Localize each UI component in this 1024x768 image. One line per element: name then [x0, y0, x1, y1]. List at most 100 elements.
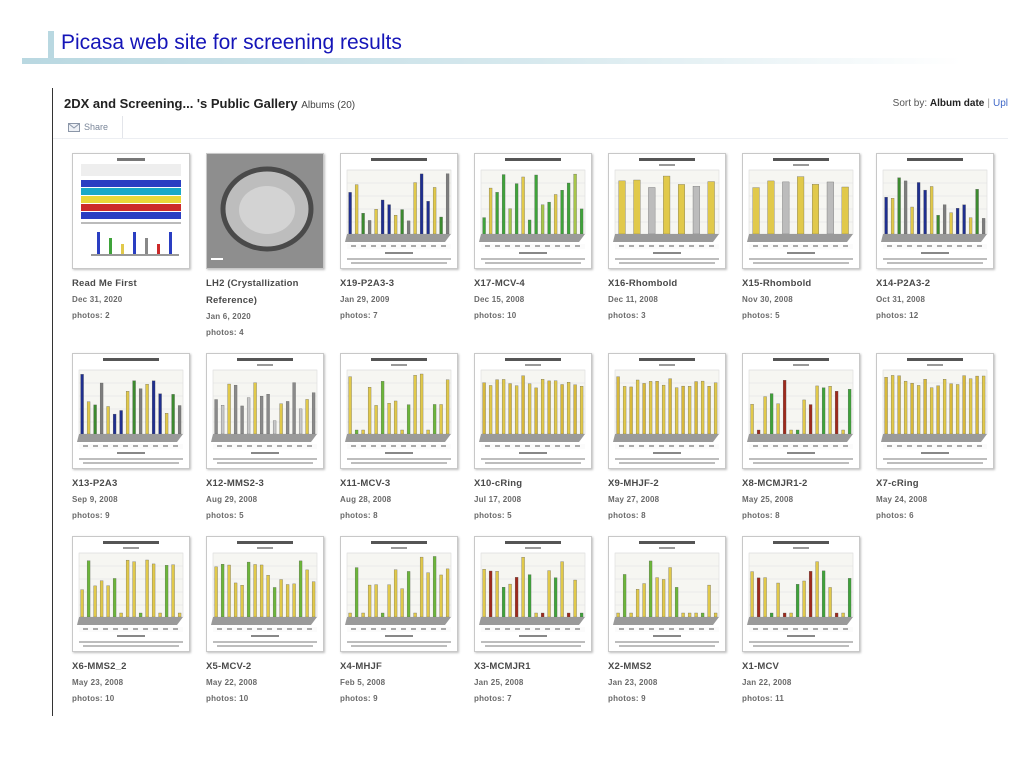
album-card[interactable]: X13-P2A3 Sep 9, 2008 photos: 9 — [72, 353, 196, 533]
album-title-block: X12-MMS2-3 Aug 29, 2008 photos: 5 — [206, 475, 326, 524]
album-card[interactable]: X8-MCMJR1-2 May 25, 2008 photos: 8 — [742, 353, 866, 533]
album-card[interactable]: X6-MMS2_2 May 23, 2008 photos: 10 — [72, 536, 196, 716]
album-photo-count: photos: 4 — [206, 328, 244, 337]
slide-title: Picasa web site for screening results — [61, 31, 402, 54]
album-card[interactable]: X3-MCMJR1 Jan 25, 2008 photos: 7 — [474, 536, 598, 716]
album-title-block: X17-MCV-4 Dec 15, 2008 photos: 10 — [474, 275, 594, 324]
slide-accent-vertical-bar — [48, 31, 54, 61]
album-thumbnail[interactable] — [608, 536, 726, 652]
album-title[interactable]: X6-MMS2_2 — [72, 658, 192, 675]
album-title[interactable]: X8-MCMJR1-2 — [742, 475, 862, 492]
album-thumbnail[interactable] — [206, 353, 324, 469]
album-title[interactable]: X10-cRing — [474, 475, 594, 492]
album-thumbnail[interactable] — [742, 536, 860, 652]
album-thumbnail[interactable] — [72, 153, 190, 269]
album-title-block: X11-MCV-3 Aug 28, 2008 photos: 8 — [340, 475, 460, 524]
album-card[interactable]: X1-MCV Jan 22, 2008 photos: 11 — [742, 536, 866, 716]
album-title-block: Read Me First Dec 31, 2020 photos: 2 — [72, 275, 192, 324]
album-thumbnail[interactable] — [340, 536, 458, 652]
album-thumbnail[interactable] — [340, 353, 458, 469]
album-card[interactable]: X16-Rhombold Dec 11, 2008 photos: 3 — [608, 153, 732, 333]
album-title-block: X19-P2A3-3 Jan 29, 2009 photos: 7 — [340, 275, 460, 324]
album-thumbnail[interactable] — [876, 153, 994, 269]
album-date: Jan 22, 2008 — [742, 678, 792, 687]
album-title[interactable]: X5-MCV-2 — [206, 658, 326, 675]
album-card[interactable]: X10-cRing Jul 17, 2008 photos: 5 — [474, 353, 598, 533]
album-title-block: X14-P2A3-2 Oct 31, 2008 photos: 12 — [876, 275, 996, 324]
album-card[interactable]: X7-cRing May 24, 2008 photos: 6 — [876, 353, 1000, 533]
album-card[interactable]: X19-P2A3-3 Jan 29, 2009 photos: 7 — [340, 153, 464, 333]
album-card[interactable]: X17-MCV-4 Dec 15, 2008 photos: 10 — [474, 153, 598, 333]
album-title[interactable]: X17-MCV-4 — [474, 275, 594, 292]
album-thumbnail[interactable] — [72, 353, 190, 469]
album-card[interactable]: Read Me First Dec 31, 2020 photos: 2 — [72, 153, 196, 333]
album-photo-count: photos: 9 — [340, 694, 378, 703]
album-title[interactable]: X4-MHJF — [340, 658, 460, 675]
album-thumbnail[interactable] — [742, 353, 860, 469]
album-title-block: X1-MCV Jan 22, 2008 photos: 11 — [742, 658, 862, 707]
album-title[interactable]: X14-P2A3-2 — [876, 275, 996, 292]
album-date: May 24, 2008 — [876, 495, 928, 504]
album-thumbnail[interactable] — [206, 153, 324, 269]
album-date: Dec 31, 2020 — [72, 295, 123, 304]
album-title[interactable]: X16-Rhombold — [608, 275, 728, 292]
album-card[interactable]: X14-P2A3-2 Oct 31, 2008 photos: 12 — [876, 153, 1000, 333]
album-date: Jan 29, 2009 — [340, 295, 390, 304]
album-thumbnail[interactable] — [206, 536, 324, 652]
album-card[interactable]: X12-MMS2-3 Aug 29, 2008 photos: 5 — [206, 353, 330, 533]
sort-album-date[interactable]: Album date — [930, 98, 984, 109]
album-card[interactable]: X2-MMS2 Jan 23, 2008 photos: 9 — [608, 536, 732, 716]
album-thumbnail[interactable] — [608, 153, 726, 269]
album-photo-count: photos: 12 — [876, 311, 919, 320]
album-thumbnail[interactable] — [608, 353, 726, 469]
album-title[interactable]: Read Me First — [72, 275, 192, 292]
album-title[interactable]: X9-MHJF-2 — [608, 475, 728, 492]
album-title[interactable]: X12-MMS2-3 — [206, 475, 326, 492]
mail-icon — [68, 122, 80, 132]
albums-count: Albums (20) — [301, 100, 356, 111]
album-thumbnail[interactable] — [474, 353, 592, 469]
album-thumbnail[interactable] — [474, 536, 592, 652]
album-title-block: X3-MCMJR1 Jan 25, 2008 photos: 7 — [474, 658, 594, 707]
sort-upload-link[interactable]: Upl — [993, 98, 1008, 109]
album-date: Jan 6, 2020 — [206, 312, 251, 321]
share-button[interactable]: Share — [68, 120, 108, 134]
album-title-block: X4-MHJF Feb 5, 2008 photos: 9 — [340, 658, 460, 707]
share-toolbar: Share — [53, 116, 1008, 139]
album-title[interactable]: X11-MCV-3 — [340, 475, 460, 492]
album-card[interactable]: X4-MHJF Feb 5, 2008 photos: 9 — [340, 536, 464, 716]
album-thumbnail[interactable] — [742, 153, 860, 269]
album-title[interactable]: X19-P2A3-3 — [340, 275, 460, 292]
album-card[interactable]: X15-Rhombold Nov 30, 2008 photos: 5 — [742, 153, 866, 333]
album-photo-count: photos: 5 — [742, 311, 780, 320]
album-thumbnail[interactable] — [340, 153, 458, 269]
album-photo-count: photos: 9 — [608, 694, 646, 703]
album-date: Nov 30, 2008 — [742, 295, 793, 304]
album-card[interactable]: X5-MCV-2 May 22, 2008 photos: 10 — [206, 536, 330, 716]
album-title-block: X8-MCMJR1-2 May 25, 2008 photos: 8 — [742, 475, 862, 524]
album-title[interactable]: X2-MMS2 — [608, 658, 728, 675]
album-card[interactable]: X9-MHJF-2 May 27, 2008 photos: 8 — [608, 353, 732, 533]
album-thumbnail[interactable] — [72, 536, 190, 652]
album-title[interactable]: LH2 (Crystallization Reference) — [206, 275, 326, 309]
album-photo-count: photos: 8 — [608, 511, 646, 520]
album-date: Dec 11, 2008 — [608, 295, 658, 304]
album-date: May 23, 2008 — [72, 678, 124, 687]
album-title-block: X2-MMS2 Jan 23, 2008 photos: 9 — [608, 658, 728, 707]
album-title[interactable]: X13-P2A3 — [72, 475, 192, 492]
slide-accent-horizontal-bar — [22, 58, 962, 64]
album-card[interactable]: X11-MCV-3 Aug 28, 2008 photos: 8 — [340, 353, 464, 533]
album-thumbnail[interactable] — [876, 353, 994, 469]
album-photo-count: photos: 10 — [72, 694, 115, 703]
album-title[interactable]: X1-MCV — [742, 658, 862, 675]
album-photo-count: photos: 9 — [72, 511, 110, 520]
album-date: May 25, 2008 — [742, 495, 794, 504]
album-title[interactable]: X15-Rhombold — [742, 275, 862, 292]
album-title-block: X6-MMS2_2 May 23, 2008 photos: 10 — [72, 658, 192, 707]
album-card[interactable]: LH2 (Crystallization Reference) Jan 6, 20… — [206, 153, 330, 337]
album-title[interactable]: X7-cRing — [876, 475, 996, 492]
picasa-gallery-screenshot: 2DX and Screening... 's Public Gallery A… — [53, 88, 1008, 718]
album-title[interactable]: X3-MCMJR1 — [474, 658, 594, 675]
album-date: Oct 31, 2008 — [876, 295, 926, 304]
album-thumbnail[interactable] — [474, 153, 592, 269]
